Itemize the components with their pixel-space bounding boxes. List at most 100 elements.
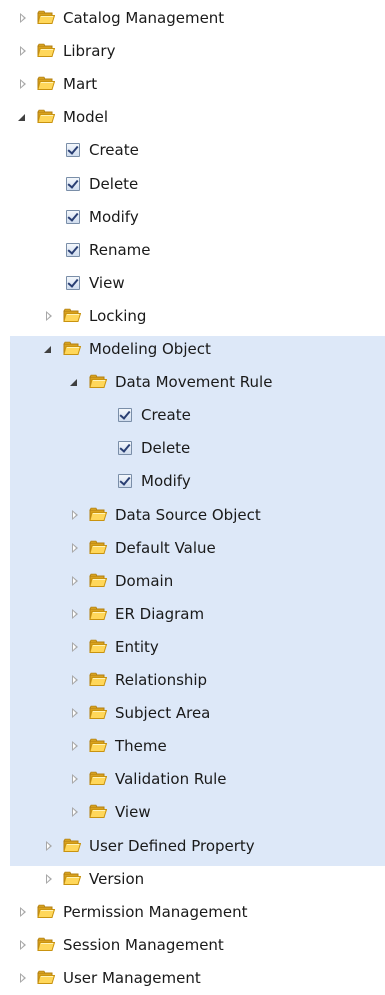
collapse-arrow-icon[interactable]	[70, 379, 77, 387]
checkbox-icon[interactable]	[66, 242, 80, 257]
tree-node-label[interactable]: Relationship	[115, 671, 207, 689]
folder-icon	[63, 871, 82, 886]
tree-node[interactable]: Relationship	[0, 664, 385, 697]
tree-node[interactable]: Locking	[0, 300, 385, 333]
tree-node-label[interactable]: User Defined Property	[89, 837, 255, 855]
tree-node-label[interactable]: Library	[63, 42, 115, 60]
checkbox-icon[interactable]	[66, 143, 80, 158]
expand-arrow-icon[interactable]	[20, 79, 26, 90]
expand-arrow-icon[interactable]	[46, 873, 52, 884]
tree-node[interactable]: User Defined Property	[0, 830, 385, 863]
expand-arrow-icon[interactable]	[72, 542, 78, 553]
expand-arrow-icon[interactable]	[46, 310, 52, 321]
checkbox-icon[interactable]	[118, 441, 132, 456]
expand-arrow-icon[interactable]	[72, 708, 78, 719]
tree-node[interactable]: Data Source Object	[0, 499, 385, 532]
permission-tree: Catalog Management Library Mart Model Create…	[0, 0, 385, 993]
checkbox-label[interactable]: View	[89, 274, 125, 292]
tree-node[interactable]: Mart	[0, 68, 385, 101]
expand-arrow-icon[interactable]	[20, 972, 26, 983]
expand-arrow-icon[interactable]	[72, 807, 78, 818]
tree-node[interactable]: User Management	[0, 962, 385, 995]
folder-icon	[89, 374, 108, 389]
collapse-arrow-icon[interactable]	[18, 114, 25, 122]
checkbox-icon[interactable]	[66, 275, 80, 290]
folder-icon	[37, 43, 56, 58]
tree-node-label[interactable]: Domain	[115, 572, 173, 590]
tree-node[interactable]: Modify	[0, 201, 385, 234]
tree-node-label[interactable]: ER Diagram	[115, 605, 204, 623]
checkbox-label[interactable]: Create	[141, 406, 191, 424]
tree-node-label[interactable]: Catalog Management	[63, 9, 224, 27]
checkbox-label[interactable]: Delete	[89, 175, 138, 193]
tree-node-label[interactable]: Version	[89, 870, 144, 888]
expand-arrow-icon[interactable]	[20, 13, 26, 23]
tree-node[interactable]: Default Value	[0, 532, 385, 565]
checkbox-label[interactable]: Rename	[89, 241, 151, 259]
tree-node-label[interactable]: Locking	[89, 307, 146, 325]
tree-node[interactable]: Catalog Management	[0, 2, 385, 35]
tree-node[interactable]: Create	[0, 134, 385, 167]
expand-arrow-icon[interactable]	[72, 741, 78, 752]
checkbox-icon[interactable]	[66, 176, 80, 191]
tree-node-label[interactable]: Validation Rule	[115, 770, 227, 788]
folder-icon	[37, 109, 56, 124]
tree-node-label[interactable]: Modeling Object	[89, 340, 211, 358]
folder-icon	[89, 672, 108, 687]
tree-node[interactable]: View	[0, 267, 385, 300]
checkbox-label[interactable]: Delete	[141, 439, 190, 457]
expand-arrow-icon[interactable]	[72, 675, 78, 685]
tree-node[interactable]: Entity	[0, 631, 385, 664]
tree-node[interactable]: Create	[0, 399, 385, 432]
tree-node[interactable]: Modeling Object	[0, 333, 385, 366]
tree-node[interactable]: Permission Management	[0, 896, 385, 929]
expand-arrow-icon[interactable]	[72, 774, 78, 785]
folder-icon	[63, 838, 82, 853]
tree-node-label[interactable]: Permission Management	[63, 903, 247, 921]
tree-node-label[interactable]: Session Management	[63, 936, 224, 954]
tree-node[interactable]: Theme	[0, 730, 385, 763]
tree-node[interactable]: Delete	[0, 432, 385, 465]
checkbox-label[interactable]: Create	[89, 141, 139, 159]
tree-node-label[interactable]: View	[115, 803, 151, 821]
tree-node[interactable]: View	[0, 796, 385, 829]
checkbox-label[interactable]: Modify	[141, 472, 191, 490]
tree-node[interactable]: Session Management	[0, 929, 385, 962]
tree-node[interactable]: Delete	[0, 168, 385, 201]
tree-node-label[interactable]: Data Source Object	[115, 506, 261, 524]
tree-node[interactable]: Rename	[0, 234, 385, 267]
collapse-arrow-icon[interactable]	[44, 346, 51, 353]
expand-arrow-icon[interactable]	[46, 840, 52, 851]
tree-node-label[interactable]: Model	[63, 108, 108, 126]
folder-icon	[89, 540, 108, 555]
expand-arrow-icon[interactable]	[20, 939, 26, 950]
tree-node-label[interactable]: User Management	[63, 969, 201, 987]
expand-arrow-icon[interactable]	[20, 906, 26, 917]
tree-node-label[interactable]: Theme	[115, 737, 167, 755]
checkbox-label[interactable]: Modify	[89, 208, 139, 226]
checkbox-icon[interactable]	[118, 474, 132, 489]
tree-node[interactable]: Domain	[0, 565, 385, 598]
expand-arrow-icon[interactable]	[20, 46, 26, 57]
tree-node-label[interactable]: Mart	[63, 75, 97, 93]
folder-icon	[63, 308, 82, 323]
expand-arrow-icon[interactable]	[72, 608, 78, 619]
tree-node[interactable]: Version	[0, 863, 385, 896]
checkbox-icon[interactable]	[66, 209, 80, 224]
expand-arrow-icon[interactable]	[72, 509, 78, 520]
tree-node-label[interactable]: Entity	[115, 638, 159, 656]
tree-node-label[interactable]: Default Value	[115, 539, 216, 557]
expand-arrow-icon[interactable]	[72, 641, 78, 652]
tree-node[interactable]: Library	[0, 35, 385, 68]
tree-node[interactable]: ER Diagram	[0, 598, 385, 631]
tree-node[interactable]: Data Movement Rule	[0, 366, 385, 399]
tree-node[interactable]: Validation Rule	[0, 763, 385, 796]
folder-icon	[89, 639, 108, 654]
tree-node[interactable]: Model	[0, 101, 385, 134]
expand-arrow-icon[interactable]	[72, 575, 78, 586]
checkbox-icon[interactable]	[118, 408, 132, 423]
tree-node-label[interactable]: Data Movement Rule	[115, 373, 272, 391]
tree-node[interactable]: Subject Area	[0, 697, 385, 730]
tree-node[interactable]: Modify	[0, 465, 385, 498]
tree-node-label[interactable]: Subject Area	[115, 704, 210, 722]
